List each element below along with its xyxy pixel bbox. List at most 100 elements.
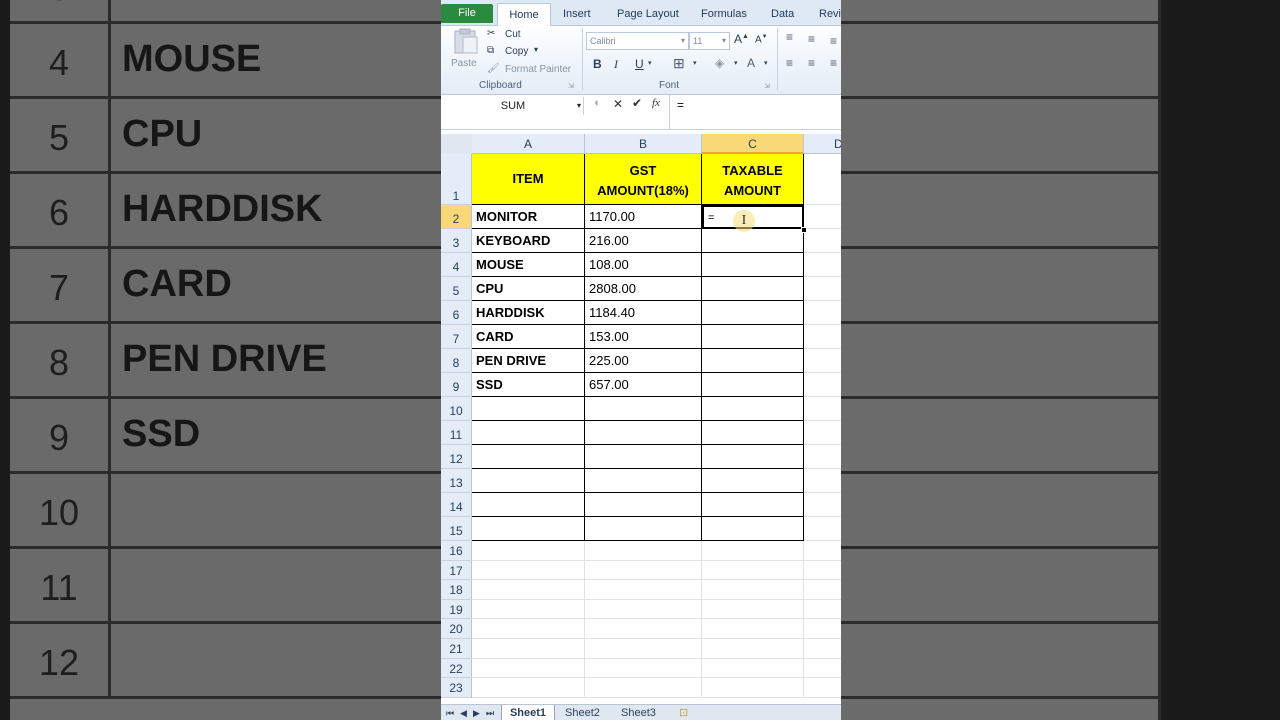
insert-sheet-icon[interactable]: ⊡ (679, 705, 688, 720)
cell[interactable] (804, 445, 841, 469)
dialog-launcher-icon[interactable]: ⇲ (764, 82, 770, 90)
cell[interactable] (585, 599, 702, 620)
cell[interactable] (804, 469, 841, 493)
cell[interactable] (702, 541, 804, 561)
cell[interactable] (585, 560, 702, 581)
fill-color-icon[interactable]: ◈ (715, 56, 724, 70)
row-header[interactable]: 16 (441, 541, 472, 561)
cell[interactable] (804, 253, 841, 277)
cell-taxable[interactable] (702, 469, 804, 493)
sheet-tab-sheet3[interactable]: Sheet3 (621, 705, 656, 720)
insert-function-icon[interactable]: fx (652, 97, 660, 109)
cell-item[interactable] (472, 517, 585, 541)
cell-gst[interactable]: 216.00 (585, 229, 702, 253)
cell-taxable[interactable] (702, 325, 804, 349)
cell-gst[interactable]: 225.00 (585, 349, 702, 373)
tab-home[interactable]: Home (497, 3, 551, 26)
row-header[interactable]: 19 (441, 599, 472, 620)
cell-taxable[interactable] (702, 445, 804, 469)
tab-insert[interactable]: Insert (563, 3, 591, 25)
row-header[interactable]: 18 (441, 580, 472, 600)
cell[interactable] (804, 154, 841, 205)
cell[interactable] (702, 599, 804, 620)
cell[interactable] (804, 580, 841, 600)
column-header-b[interactable]: B (585, 134, 702, 154)
cell-gst[interactable]: 108.00 (585, 253, 702, 277)
cell[interactable] (804, 229, 841, 253)
cell-taxable[interactable] (702, 301, 804, 325)
cell-item[interactable]: HARDDISK (472, 301, 585, 325)
cell-taxable[interactable] (702, 397, 804, 421)
cell[interactable] (804, 301, 841, 325)
cell[interactable] (585, 541, 702, 561)
shrink-font-icon[interactable]: A▼ (755, 34, 768, 45)
select-all-corner[interactable] (441, 134, 473, 155)
column-header-d[interactable]: D (804, 134, 841, 154)
bold-button[interactable]: B (593, 57, 602, 71)
row-header[interactable]: 23 (441, 678, 472, 698)
grow-font-icon[interactable]: A▲ (734, 32, 749, 46)
row-header[interactable]: 3 (441, 229, 472, 253)
cell-taxable[interactable] (702, 277, 804, 301)
cell-taxable[interactable] (702, 517, 804, 541)
cell[interactable] (804, 421, 841, 445)
cell-item[interactable]: CPU (472, 277, 585, 301)
column-header-a[interactable]: A (472, 134, 585, 154)
cell-item[interactable] (472, 397, 585, 421)
cell-item[interactable]: PEN DRIVE (472, 349, 585, 373)
cell[interactable] (472, 619, 585, 639)
row-header[interactable]: 12 (441, 445, 472, 469)
row-header[interactable]: 11 (441, 421, 472, 445)
cell[interactable] (804, 493, 841, 517)
row-header[interactable]: 7 (441, 325, 472, 349)
cell[interactable] (585, 678, 702, 698)
align-top-icon[interactable]: ≡ (786, 30, 793, 44)
worksheet-grid[interactable]: A B C D 1 ITEM GST AMOUNT(18%) TAXABLE AMOU… (441, 134, 841, 704)
cell[interactable] (702, 639, 804, 659)
cell[interactable] (804, 619, 841, 639)
cell[interactable] (472, 639, 585, 659)
row-header[interactable]: 8 (441, 349, 472, 373)
sheet-tab-sheet1[interactable]: Sheet1 (501, 705, 555, 720)
cut-button[interactable]: ✂ Cut (487, 28, 547, 42)
copy-button[interactable]: ⧉ Copy ▾ (487, 45, 547, 59)
cell-gst[interactable]: 1170.00 (585, 205, 702, 229)
fill-handle[interactable] (801, 227, 807, 233)
cell[interactable] (804, 541, 841, 561)
enter-check-icon[interactable]: ✔ (632, 96, 642, 110)
dialog-launcher-icon[interactable]: ⇲ (568, 82, 574, 90)
row-header[interactable]: 10 (441, 397, 472, 421)
cell[interactable] (804, 349, 841, 373)
cell-gst[interactable] (585, 469, 702, 493)
cell[interactable] (472, 678, 585, 698)
cell-taxable[interactable] (702, 493, 804, 517)
cell-gst[interactable]: 2808.00 (585, 277, 702, 301)
cell[interactable] (472, 580, 585, 600)
underline-button[interactable]: U (635, 57, 644, 71)
row-header[interactable]: 14 (441, 493, 472, 517)
sheet-tab-sheet2[interactable]: Sheet2 (565, 705, 600, 720)
font-color-icon[interactable]: A (747, 56, 755, 70)
cell-item[interactable] (472, 421, 585, 445)
cell-item[interactable]: CARD (472, 325, 585, 349)
row-header[interactable]: 5 (441, 277, 472, 301)
tab-data[interactable]: Data (771, 3, 794, 25)
cell[interactable] (585, 580, 702, 600)
cell-gst[interactable]: 1184.40 (585, 301, 702, 325)
cell-gst[interactable] (585, 493, 702, 517)
font-size-select[interactable]: 11 ▾ (689, 32, 730, 50)
tab-file[interactable]: File (441, 4, 493, 23)
row-header[interactable]: 4 (441, 253, 472, 277)
last-sheet-icon[interactable]: ⏭ (486, 705, 494, 720)
prev-sheet-icon[interactable]: ◀ (460, 705, 467, 720)
cell-taxable[interactable] (702, 421, 804, 445)
name-box[interactable]: SUM ▾ (443, 97, 584, 115)
cell[interactable] (702, 619, 804, 639)
cell-gst[interactable] (585, 397, 702, 421)
cell[interactable] (472, 560, 585, 581)
cell[interactable] (804, 659, 841, 679)
paste-button[interactable]: Paste (447, 28, 481, 74)
cell[interactable] (702, 678, 804, 698)
cell[interactable] (804, 205, 841, 229)
cell-item[interactable]: MONITOR (472, 205, 585, 229)
